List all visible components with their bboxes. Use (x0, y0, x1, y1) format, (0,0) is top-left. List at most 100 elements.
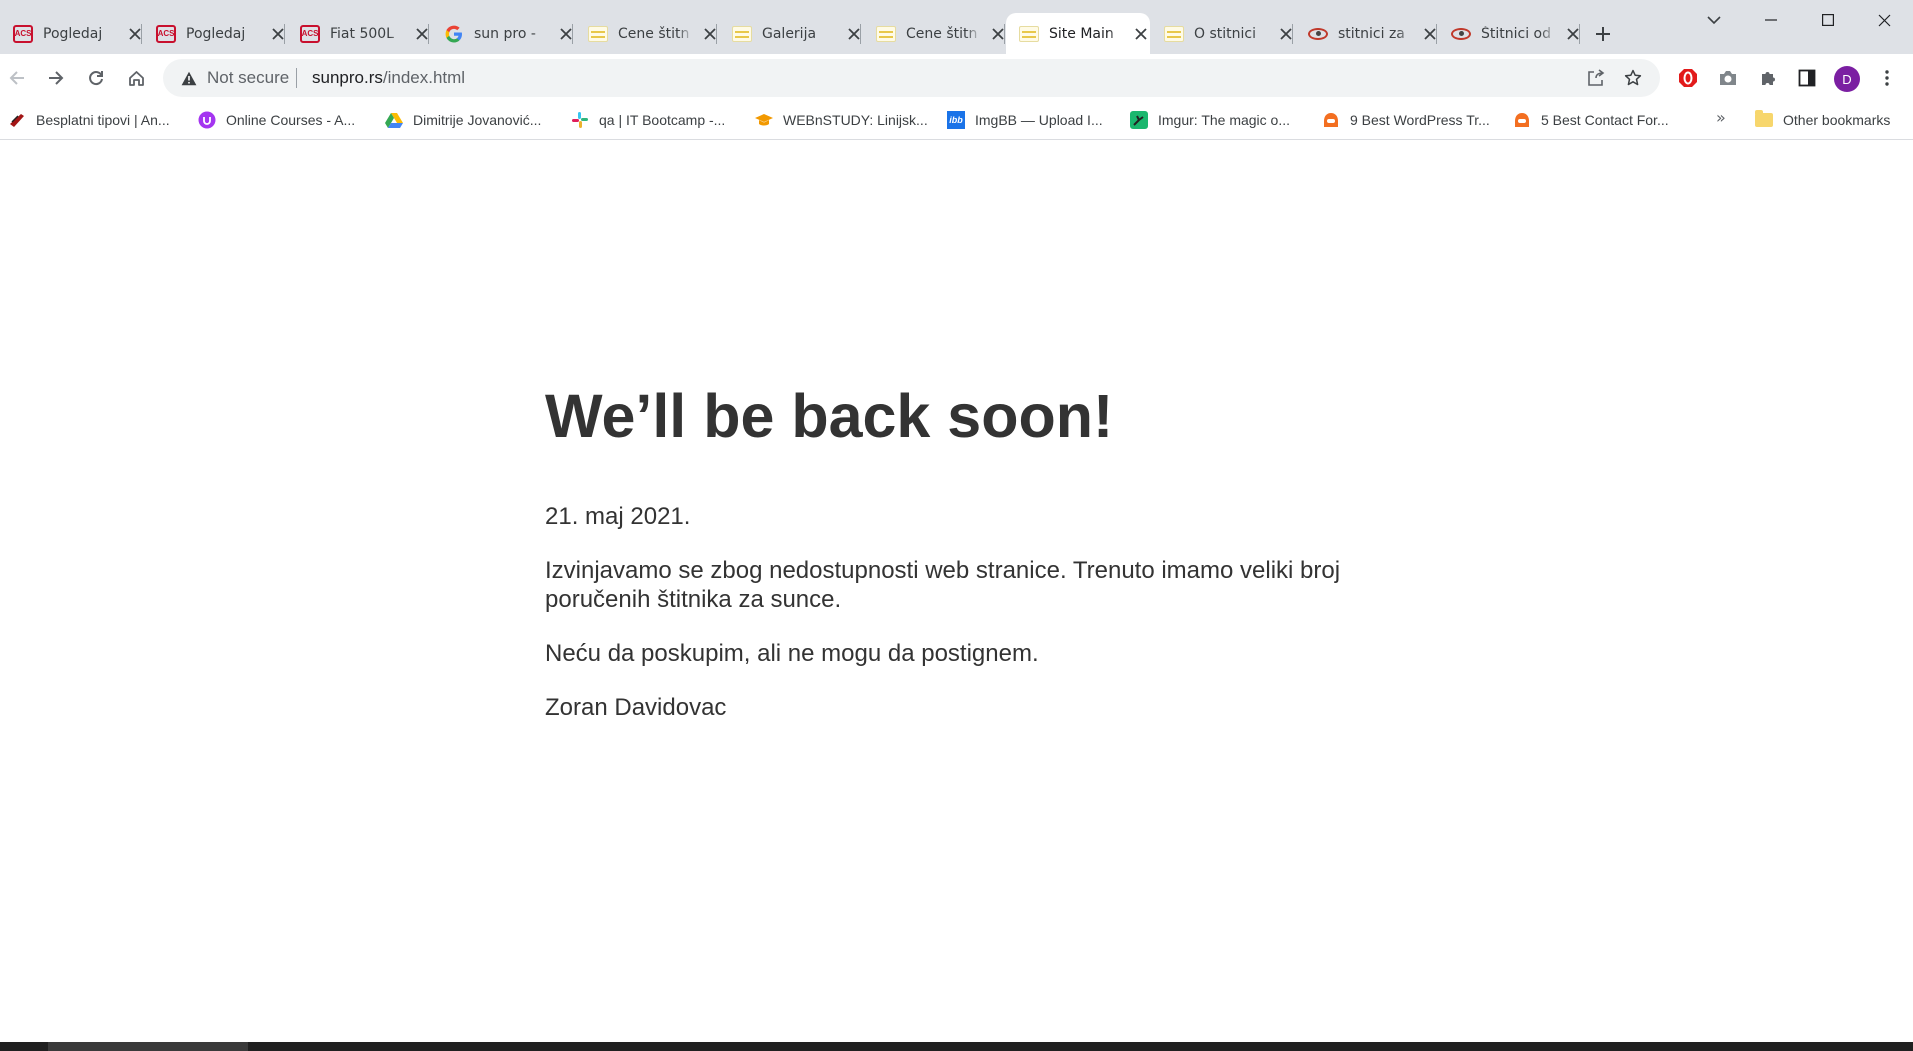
reload-button[interactable] (80, 62, 112, 94)
url-host: sunpro.rs (312, 68, 383, 87)
bookmark-label: Besplatni tipovi | An... (36, 112, 170, 128)
tab-active[interactable]: Site Main (1006, 13, 1150, 54)
maximize-icon (1821, 14, 1834, 26)
tab[interactable]: ACS Pogledaj (0, 13, 142, 54)
bookmark-item[interactable]: Online Courses - A... (198, 108, 355, 132)
tab-title: Pogledaj (186, 25, 246, 42)
graduation-cap-icon (755, 111, 773, 129)
tab-title: stitnici za (1338, 25, 1405, 42)
close-icon[interactable] (412, 24, 432, 44)
chevron-down-icon (1706, 15, 1721, 24)
side-panel-icon (1798, 69, 1816, 87)
close-icon[interactable] (556, 24, 576, 44)
profile-avatar[interactable]: D (1834, 66, 1860, 92)
close-icon[interactable] (268, 24, 288, 44)
tab-title: Cene štitn (618, 25, 690, 42)
browser-toolbar: Not secure sunpro.rs/index.html D (0, 54, 1913, 102)
opera-extension-button[interactable] (1672, 62, 1704, 94)
udemy-icon (198, 111, 216, 129)
wpbeginner-icon (1322, 111, 1340, 129)
bookmark-label: Online Courses - A... (226, 112, 356, 128)
tab[interactable]: sun pro - (431, 13, 573, 54)
tab[interactable]: Štitnici od (1438, 13, 1580, 54)
maintenance-notice: We’ll be back soon! 21. maj 2021. Izvinj… (545, 380, 1345, 747)
tab[interactable]: ACS Fiat 500L (287, 13, 429, 54)
close-icon (1878, 14, 1891, 26)
url-text[interactable]: sunpro.rs/index.html (312, 68, 465, 88)
maximize-button[interactable] (1799, 0, 1856, 40)
arrow-right-icon (49, 71, 64, 85)
bookmark-item[interactable]: 9 Best WordPress Tr... (1322, 108, 1490, 132)
bookmark-item[interactable]: WEBnSTUDY: Linijsk... (755, 108, 928, 132)
bookmark-label: 9 Best WordPress Tr... (1350, 112, 1490, 128)
arrow-left-icon (9, 71, 24, 85)
bookmark-label: Dimitrije Jovanović... (413, 112, 542, 128)
bookmarks-bar: Besplatni tipovi | An... Online Courses … (0, 102, 1913, 140)
acs-logo-icon: ACS (156, 24, 176, 44)
tab-search-button[interactable] (1685, 0, 1742, 40)
bookmark-item[interactable]: 5 Best Contact For... (1513, 108, 1669, 132)
back-button[interactable] (1, 62, 33, 94)
menu-button[interactable] (1871, 62, 1903, 94)
tab[interactable]: Cene štitn (863, 13, 1005, 54)
star-icon[interactable] (1619, 64, 1647, 92)
adblock-icon (1679, 69, 1697, 87)
close-icon[interactable] (700, 24, 720, 44)
taskbar-active-item[interactable] (48, 1042, 248, 1051)
close-icon[interactable] (125, 24, 145, 44)
address-bar[interactable]: Not secure sunpro.rs/index.html (163, 59, 1660, 97)
bookmark-item[interactable]: Dimitrije Jovanović... (385, 108, 541, 132)
close-icon[interactable] (844, 24, 864, 44)
tab-strip: ACS Pogledaj ACS Pogledaj ACS Fiat 500L … (0, 0, 1913, 54)
tab-title: sun pro - (474, 25, 536, 42)
security-label[interactable]: Not secure (207, 68, 289, 88)
reload-icon (89, 71, 103, 86)
plus-icon (1596, 27, 1610, 41)
close-icon[interactable] (1563, 24, 1583, 44)
screenshot-extension-button[interactable] (1712, 62, 1744, 94)
close-window-button[interactable] (1856, 0, 1913, 40)
tab-title: Fiat 500L (330, 25, 394, 42)
close-icon[interactable] (1420, 24, 1440, 44)
bookmark-item[interactable]: qa | IT Bootcamp -... (571, 108, 725, 132)
page-viewport: We’ll be back soon! 21. maj 2021. Izvinj… (0, 140, 1913, 1042)
tab-title: Pogledaj (43, 25, 103, 42)
bookmark-label: qa | IT Bootcamp -... (599, 112, 726, 128)
tab[interactable]: Galerija (719, 13, 861, 54)
new-tab-button[interactable] (1588, 19, 1618, 49)
extensions-button[interactable] (1752, 62, 1784, 94)
bookmark-item[interactable]: Imgur: The magic o... (1130, 108, 1290, 132)
os-taskbar (0, 1042, 1913, 1051)
tipovi-icon (8, 111, 26, 129)
tab[interactable]: O stitnici (1151, 13, 1293, 54)
site-icon (1164, 24, 1184, 44)
site-icon (732, 24, 752, 44)
folder-icon (1755, 110, 1773, 127)
bookmarks-overflow-button[interactable]: » (1716, 108, 1726, 127)
home-button[interactable] (120, 62, 152, 94)
url-path: /index.html (382, 68, 466, 87)
minimize-button[interactable] (1742, 0, 1799, 40)
tab[interactable]: stitnici za (1295, 13, 1437, 54)
side-panel-button[interactable] (1791, 62, 1823, 94)
bookmark-label: ImgBB — Upload I... (975, 112, 1103, 128)
page-heading: We’ll be back soon! (545, 382, 1114, 450)
close-icon[interactable] (988, 24, 1008, 44)
minimize-icon (1764, 19, 1777, 21)
bookmark-item[interactable]: Besplatni tipovi | An... (8, 108, 170, 132)
google-drive-icon (385, 111, 403, 129)
home-icon (128, 70, 144, 86)
close-icon[interactable] (1131, 24, 1151, 44)
close-icon[interactable] (1276, 24, 1296, 44)
tab[interactable]: ACS Pogledaj (143, 13, 285, 54)
notice-signature: Zoran Davidovac (545, 694, 727, 721)
bookmark-item[interactable]: ibb ImgBB — Upload I... (947, 108, 1103, 132)
tab[interactable]: Cene štitn (575, 13, 717, 54)
more-vert-icon (1885, 70, 1889, 86)
other-bookmarks-button[interactable]: Other bookmarks (1755, 108, 1890, 132)
divider (296, 68, 297, 88)
warning-icon[interactable] (179, 68, 199, 88)
share-icon[interactable] (1582, 64, 1610, 92)
other-bookmarks-label: Other bookmarks (1783, 112, 1891, 128)
forward-button[interactable] (40, 62, 72, 94)
